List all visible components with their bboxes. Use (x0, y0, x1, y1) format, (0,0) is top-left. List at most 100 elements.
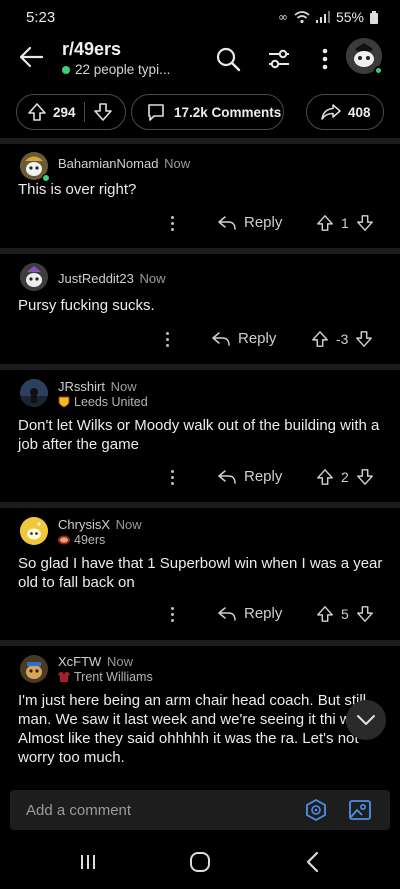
reply-arrow-icon (218, 469, 236, 484)
comment-author[interactable]: ChrysisX Now (58, 517, 142, 532)
comment-item: JustReddit23 Now Pursy fucking sucks. Re… (0, 254, 400, 364)
upvote-icon[interactable] (27, 102, 47, 122)
home-icon[interactable] (189, 851, 211, 873)
status-time: 5:23 (26, 8, 56, 26)
reply-label: Reply (244, 468, 283, 485)
comment-more-icon[interactable] (162, 465, 182, 489)
sort-options-icon[interactable] (266, 46, 292, 72)
user-flair: Trent Williams (58, 670, 153, 684)
photo-avatar-icon (20, 379, 48, 407)
comment-time: Now (139, 271, 166, 286)
reply-button[interactable]: Reply (218, 468, 282, 485)
reply-label: Reply (244, 214, 283, 231)
scroll-down-button[interactable] (346, 700, 386, 740)
comment-body: So glad I have that 1 Superbowl win when… (18, 555, 383, 591)
comment-author[interactable]: JRsshirt Now (58, 379, 137, 394)
comment-time: Now (110, 379, 137, 394)
upvote-icon[interactable] (316, 605, 334, 623)
leeds-badge-icon (58, 396, 70, 408)
comment-author[interactable]: BahamianNomad Now (58, 156, 190, 171)
flair-text: Trent Williams (74, 670, 153, 684)
system-nav-bar (0, 838, 400, 889)
user-avatar[interactable] (346, 38, 383, 75)
downvote-icon[interactable] (356, 605, 374, 623)
commenter-avatar[interactable] (20, 517, 48, 545)
link-icon: ∞ (277, 10, 288, 24)
jersey-flair-icon (58, 672, 70, 682)
flair-text: 49ers (74, 533, 106, 547)
comments-button[interactable]: 17.2k Comments (131, 94, 284, 130)
comment-username[interactable]: BahamianNomad (58, 156, 158, 171)
comment-vote: 5 (316, 605, 374, 623)
subreddit-name[interactable]: r/49ers (62, 39, 121, 60)
gif-sticker-icon[interactable] (304, 798, 328, 822)
downvote-icon[interactable] (93, 102, 113, 122)
more-options-icon[interactable] (312, 46, 338, 72)
comment-composer (10, 790, 390, 830)
comment-item: XcFTW Now Trent Williams I'm just here b… (0, 646, 400, 786)
comment-score: 5 (341, 606, 349, 622)
comment-vote: -3 (311, 330, 373, 348)
wifi-icon (294, 10, 310, 23)
comment-body: Don't let Wilks or Moody walk out of the… (18, 417, 380, 453)
comment-username[interactable]: XcFTW (58, 654, 101, 669)
status-bar: 5:23 ∞ 55% (0, 0, 400, 34)
comment-username[interactable]: JRsshirt (58, 379, 105, 394)
reply-button[interactable]: Reply (212, 330, 276, 347)
comment-more-icon[interactable] (162, 602, 182, 626)
user-flair: 49ers (58, 533, 105, 547)
downvote-icon[interactable] (355, 330, 373, 348)
comment-body: Pursy fucking sucks. (18, 297, 155, 314)
share-arrow-icon (321, 104, 341, 120)
comment-author[interactable]: XcFTW Now (58, 654, 133, 669)
search-icon[interactable] (215, 46, 241, 72)
typing-status-text: 22 people typi... (75, 62, 171, 77)
online-dot-icon (62, 65, 70, 74)
comment-username[interactable]: JustReddit23 (58, 271, 134, 286)
commenter-avatar[interactable] (20, 379, 48, 407)
commenter-avatar[interactable] (20, 263, 48, 291)
post-header: r/49ers 22 people typi... (0, 34, 400, 84)
status-icons: ∞ 55% (278, 9, 378, 25)
comment-item: ChrysisX Now 49ers So glad I have that 1… (0, 508, 400, 640)
default-snoo-icon (20, 517, 48, 545)
reply-arrow-icon (218, 606, 236, 621)
reply-label: Reply (244, 605, 283, 622)
commenter-avatar[interactable] (20, 655, 48, 683)
downvote-icon[interactable] (356, 468, 374, 486)
reply-label: Reply (238, 330, 277, 347)
recent-apps-icon[interactable] (78, 852, 98, 872)
comment-more-icon[interactable] (157, 327, 177, 351)
upvote-icon[interactable] (311, 330, 329, 348)
comment-vote: 2 (316, 468, 374, 486)
comment-item: BahamianNomad Now This is over right? Re… (0, 144, 400, 248)
post-actions: 294 17.2k Comments 408 (0, 94, 400, 132)
comment-more-icon[interactable] (162, 211, 182, 235)
comment-actions: Reply 2 (0, 462, 400, 492)
comment-username[interactable]: ChrysisX (58, 517, 110, 532)
back-nav-icon[interactable] (305, 851, 321, 873)
comment-body: I'm just here being an arm chair head co… (18, 692, 380, 766)
downvote-icon[interactable] (356, 214, 374, 232)
upvote-icon[interactable] (316, 468, 334, 486)
upvote-count: 294 (53, 104, 76, 120)
user-flair: Leeds United (58, 395, 148, 409)
snoo-avatar-icon (20, 655, 48, 683)
back-arrow-icon[interactable] (18, 44, 44, 70)
upvote-icon[interactable] (316, 214, 334, 232)
comment-item: JRsshirt Now Leeds United Don't let Wilk… (0, 370, 400, 502)
battery-percent: 55% (335, 9, 364, 25)
comment-author[interactable]: JustReddit23 Now (58, 271, 166, 286)
reply-arrow-icon (218, 215, 236, 230)
reply-button[interactable]: Reply (218, 605, 282, 622)
comment-time: Now (164, 156, 191, 171)
comment-time: Now (115, 517, 142, 532)
share-button[interactable]: 408 (306, 94, 384, 130)
49ers-logo-icon (58, 535, 70, 545)
image-upload-icon[interactable] (348, 798, 372, 822)
add-comment-input[interactable] (10, 790, 280, 830)
reply-button[interactable]: Reply (218, 214, 282, 231)
share-count: 408 (348, 104, 371, 120)
comment-score: -3 (336, 331, 349, 347)
vote-pill: 294 (16, 94, 126, 130)
